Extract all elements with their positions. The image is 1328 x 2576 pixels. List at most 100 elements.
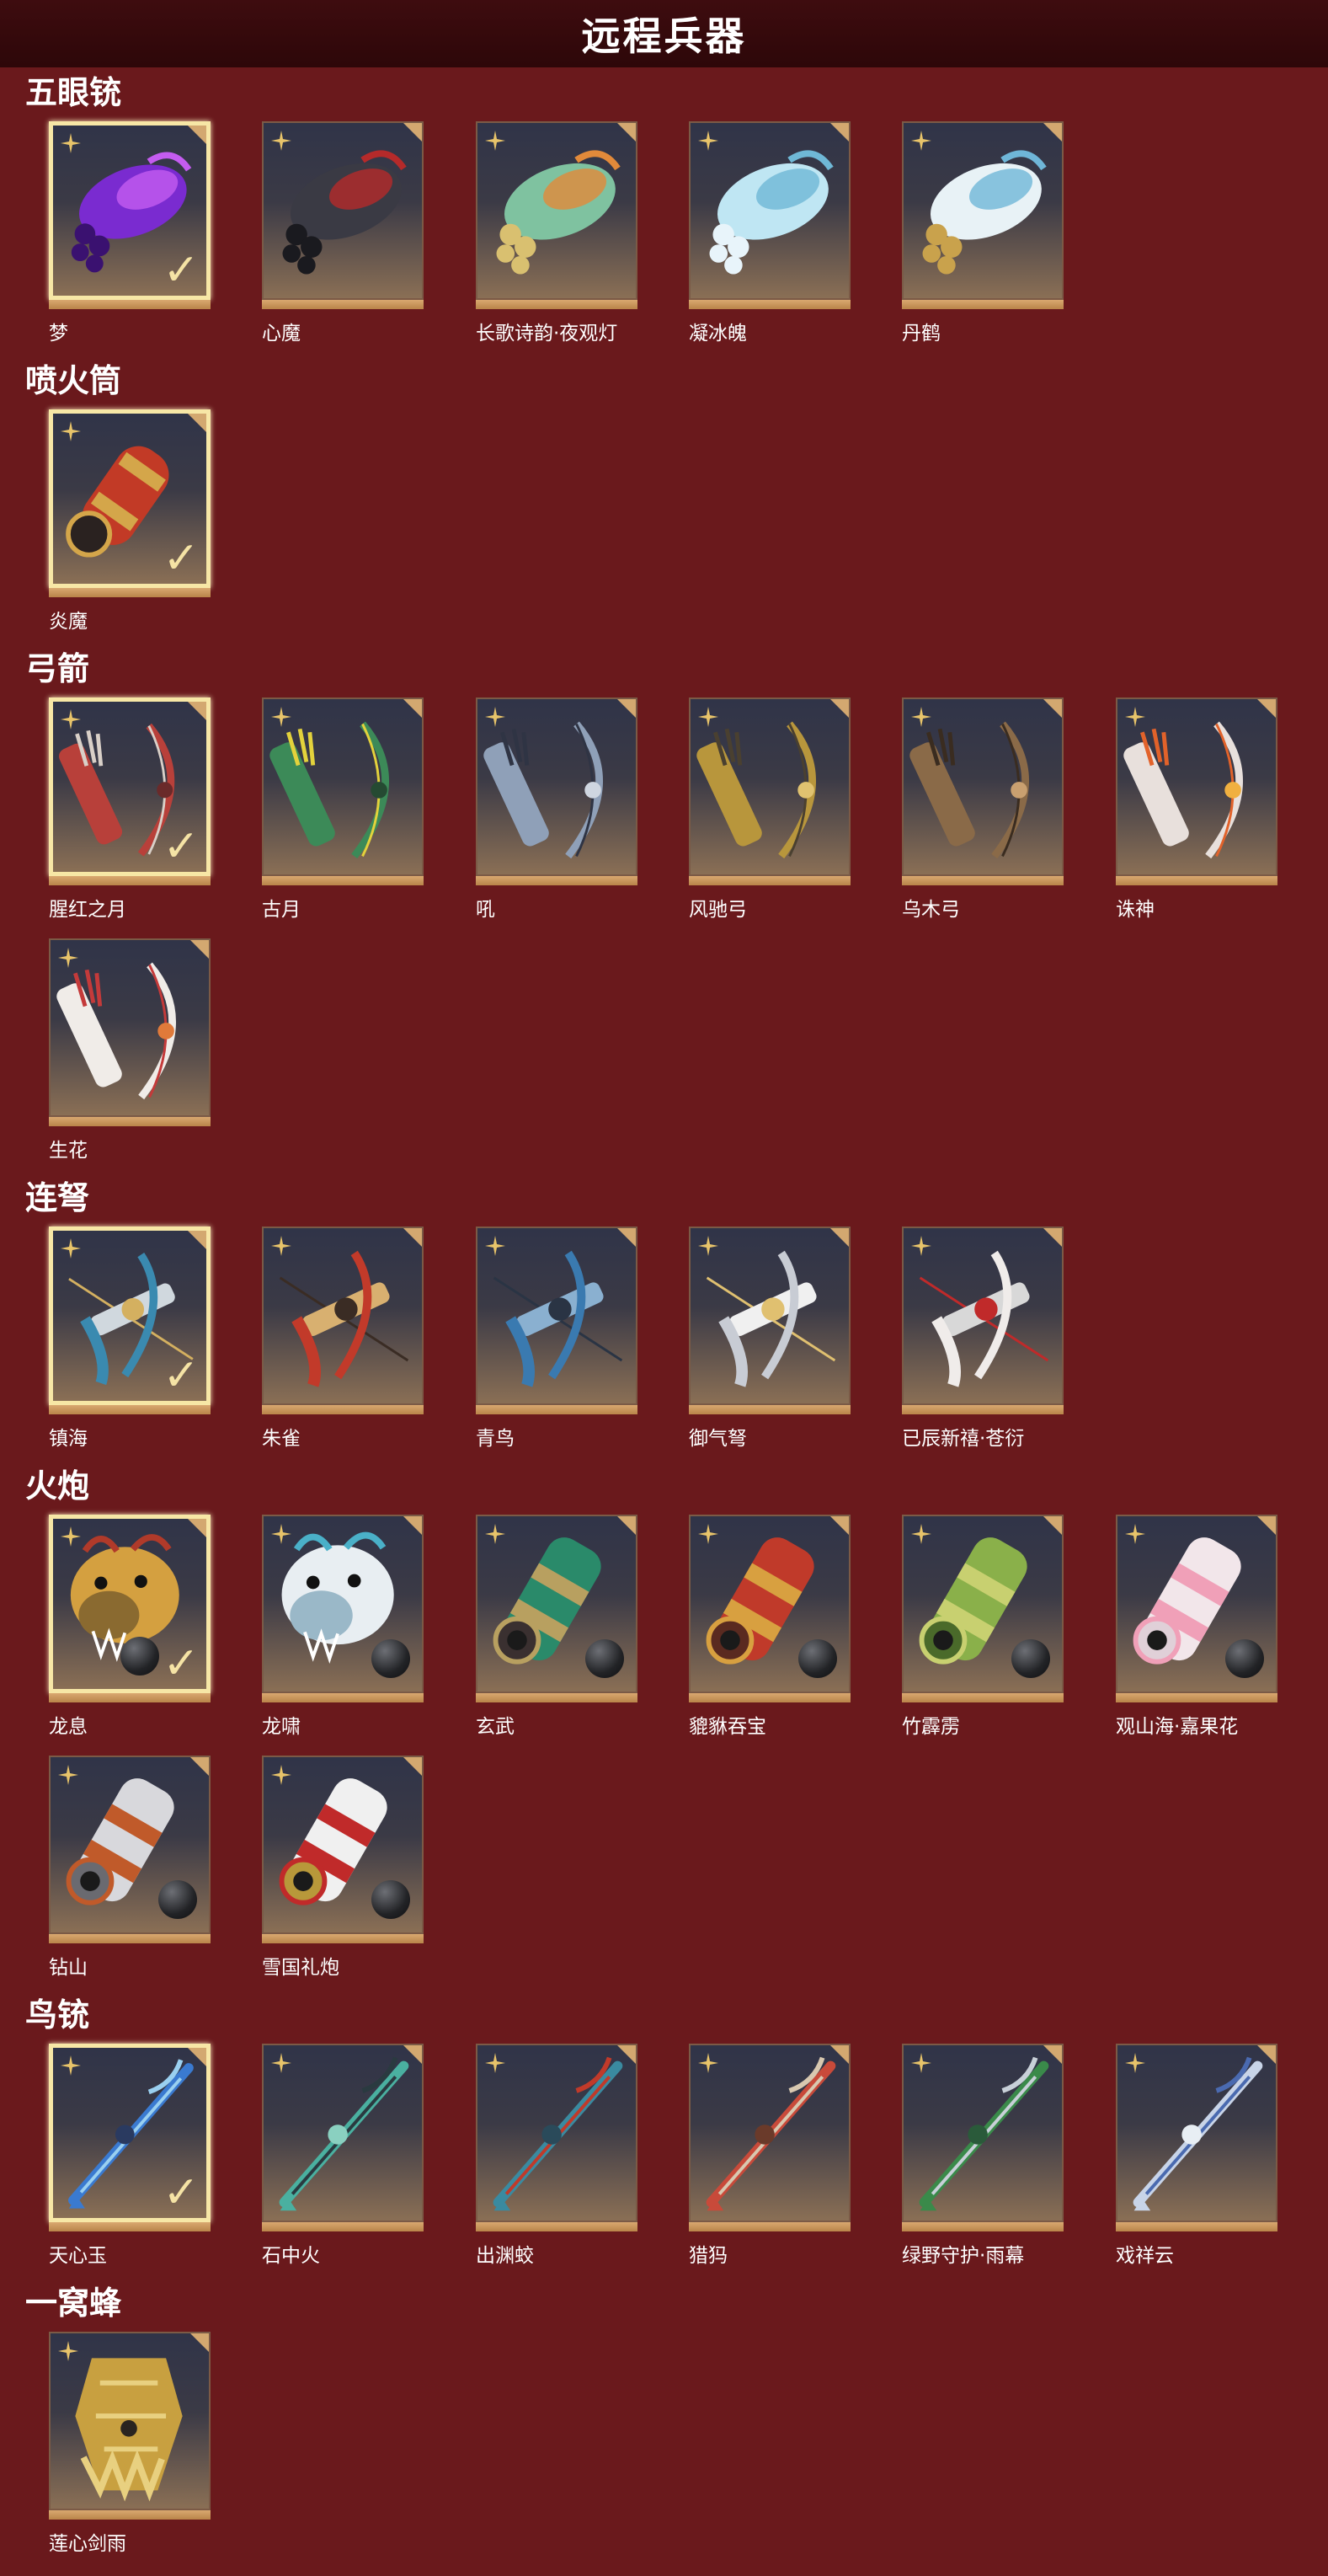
- weapon-card[interactable]: 古月: [262, 697, 424, 921]
- cannonball-icon: [371, 1880, 410, 1919]
- weapon-frame: ✓: [49, 1515, 211, 1693]
- weapon-card[interactable]: 竹霹雳: [902, 1515, 1064, 1738]
- cannonball-icon: [1011, 1639, 1050, 1678]
- checkmark-icon: ✓: [163, 1638, 200, 1689]
- weapon-name: 朱雀: [262, 1428, 301, 1450]
- corner-tag-icon: [403, 2045, 422, 2064]
- card-bottom-bar: [262, 1405, 424, 1414]
- weapon-card[interactable]: 风驰弓: [689, 697, 851, 921]
- star-badge-icon: [58, 2341, 78, 2361]
- card-bottom-bar: [1116, 2222, 1277, 2231]
- weapon-card[interactable]: 戏祥云: [1116, 2044, 1277, 2267]
- card-bottom-bar: [1116, 1693, 1277, 1702]
- weapon-card[interactable]: ✓ 梦: [49, 121, 211, 345]
- star-badge-icon: [485, 707, 505, 727]
- corner-tag-icon: [188, 702, 206, 720]
- weapon-name: 御气弩: [689, 1428, 747, 1450]
- weapon-frame: [902, 1227, 1064, 1405]
- weapon-card[interactable]: 猎犸: [689, 2044, 851, 2267]
- weapon-name: 莲心剑雨: [49, 2533, 126, 2555]
- category-title: 连弩: [25, 1179, 90, 1216]
- corner-tag-icon: [188, 1519, 206, 1537]
- corner-tag-icon: [617, 1228, 636, 1247]
- weapon-name: 绿野守护·雨幕: [902, 2245, 1025, 2267]
- corner-tag-icon: [190, 940, 209, 959]
- corner-tag-icon: [830, 123, 849, 142]
- weapon-frame: [49, 2332, 211, 2510]
- weapon-card[interactable]: 生花: [49, 938, 211, 1162]
- star-badge-icon: [1125, 2053, 1145, 2073]
- weapon-card[interactable]: 诛神: [1116, 697, 1277, 921]
- weapon-frame: [476, 121, 637, 300]
- corner-tag-icon: [188, 1231, 206, 1249]
- corner-tag-icon: [830, 1228, 849, 1247]
- weapon-name: 玄武: [476, 1716, 515, 1738]
- weapon-frame: [49, 938, 211, 1117]
- weapon-card[interactable]: ✓ 龙息: [49, 1515, 211, 1738]
- weapon-frame: ✓: [49, 697, 211, 876]
- star-badge-icon: [61, 709, 81, 730]
- cannonball-icon: [585, 1639, 624, 1678]
- weapon-card[interactable]: 吼: [476, 697, 637, 921]
- checkmark-icon: ✓: [163, 533, 200, 584]
- card-bottom-bar: [476, 2222, 637, 2231]
- weapon-card[interactable]: 绿野守护·雨幕: [902, 2044, 1064, 2267]
- category-title: 一窝蜂: [25, 2285, 122, 2322]
- weapon-card[interactable]: 玄武: [476, 1515, 637, 1738]
- card-bottom-bar: [49, 2510, 211, 2520]
- weapon-card[interactable]: 貔貅吞宝: [689, 1515, 851, 1738]
- weapon-frame: [262, 121, 424, 300]
- weapon-card[interactable]: 心魔: [262, 121, 424, 345]
- star-badge-icon: [1125, 707, 1145, 727]
- corner-tag-icon: [617, 1516, 636, 1535]
- weapon-card[interactable]: ✓ 炎魔: [49, 409, 211, 633]
- category-title: 喷火筒: [25, 362, 122, 399]
- weapon-frame: [902, 1515, 1064, 1693]
- corner-tag-icon: [188, 126, 206, 144]
- weapon-frame: ✓: [49, 1227, 211, 1405]
- weapon-card[interactable]: 凝冰魄: [689, 121, 851, 345]
- corner-tag-icon: [1257, 2045, 1276, 2064]
- weapon-frame: [902, 697, 1064, 876]
- card-bottom-bar: [49, 1405, 211, 1414]
- card-bottom-bar: [49, 876, 211, 885]
- weapon-name: 观山海·嘉果花: [1116, 1716, 1239, 1738]
- weapon-name: 梦: [49, 323, 68, 345]
- star-badge-icon: [485, 1524, 505, 1544]
- weapon-card[interactable]: ✓ 镇海: [49, 1227, 211, 1450]
- card-bottom-bar: [262, 2222, 424, 2231]
- weapon-frame: [1116, 697, 1277, 876]
- card-bottom-bar: [689, 1405, 851, 1414]
- card-bottom-bar: [49, 588, 211, 597]
- weapon-name: 龙啸: [262, 1716, 301, 1738]
- weapon-frame: ✓: [49, 121, 211, 300]
- star-badge-icon: [485, 131, 505, 151]
- weapon-card[interactable]: 龙啸: [262, 1515, 424, 1738]
- weapon-card[interactable]: 已辰新禧·苍衍: [902, 1227, 1064, 1450]
- star-badge-icon: [271, 131, 291, 151]
- weapon-card[interactable]: 雪国礼炮: [262, 1756, 424, 1979]
- weapon-card[interactable]: 长歌诗韵·夜观灯: [476, 121, 637, 345]
- weapon-card[interactable]: 御气弩: [689, 1227, 851, 1450]
- star-badge-icon: [271, 707, 291, 727]
- card-bottom-bar: [49, 300, 211, 309]
- weapon-frame: [262, 697, 424, 876]
- weapon-card[interactable]: 乌木弓: [902, 697, 1064, 921]
- weapon-card[interactable]: 丹鹤: [902, 121, 1064, 345]
- weapon-card[interactable]: 莲心剑雨: [49, 2332, 211, 2555]
- weapon-name: 凝冰魄: [689, 323, 747, 345]
- weapon-card[interactable]: 朱雀: [262, 1227, 424, 1450]
- star-badge-icon: [698, 707, 718, 727]
- weapon-card[interactable]: 出渊蛟: [476, 2044, 637, 2267]
- weapon-name: 炎魔: [49, 611, 88, 633]
- card-bottom-bar: [902, 1405, 1064, 1414]
- star-badge-icon: [911, 2053, 931, 2073]
- weapon-card[interactable]: 石中火: [262, 2044, 424, 2267]
- card-bottom-bar: [476, 876, 637, 885]
- weapon-card[interactable]: 钻山: [49, 1756, 211, 1979]
- weapon-card[interactable]: ✓ 腥红之月: [49, 697, 211, 921]
- weapon-card[interactable]: 青鸟: [476, 1227, 637, 1450]
- weapon-card[interactable]: 观山海·嘉果花: [1116, 1515, 1277, 1738]
- weapon-card[interactable]: ✓ 天心玉: [49, 2044, 211, 2267]
- card-bottom-bar: [689, 300, 851, 309]
